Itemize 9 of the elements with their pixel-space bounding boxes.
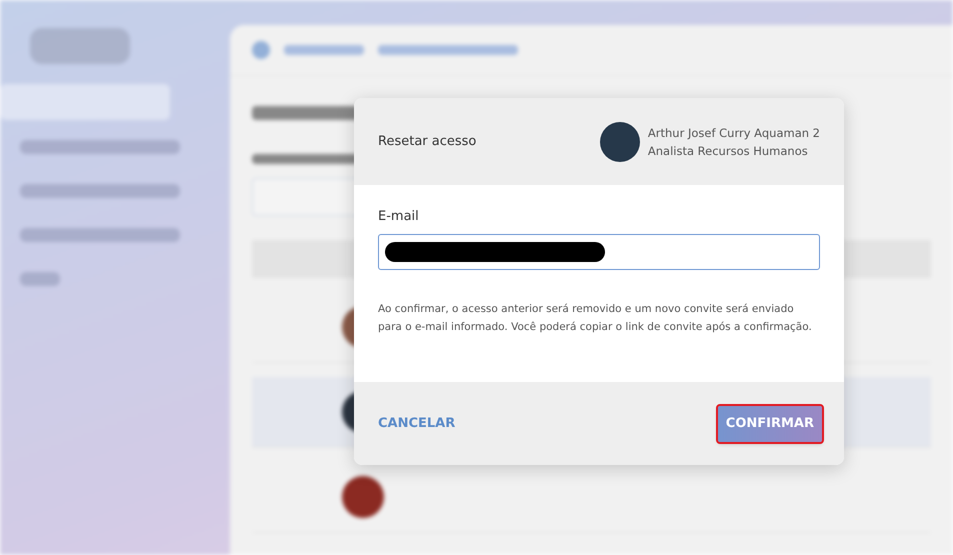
user-name: Arthur Josef Curry Aquaman 2 [648, 126, 820, 140]
email-label: E-mail [378, 209, 420, 224]
dialog-title: Resetar acesso [378, 134, 476, 149]
email-input-field[interactable] [378, 234, 820, 270]
confirmation-message: Ao confirmar, o acesso anterior será removido e um novo convite será enviado para o e-mail informado. Você poderá copiar o link de convite após a confirmação. [378, 302, 813, 335]
cancel-button[interactable]: CANCELAR [368, 408, 466, 439]
avatar-photo-placeholder [600, 122, 640, 162]
confirm-button[interactable]: CONFIRMAR [718, 406, 822, 442]
user-role: Analista Recursos Humanos [648, 144, 809, 158]
